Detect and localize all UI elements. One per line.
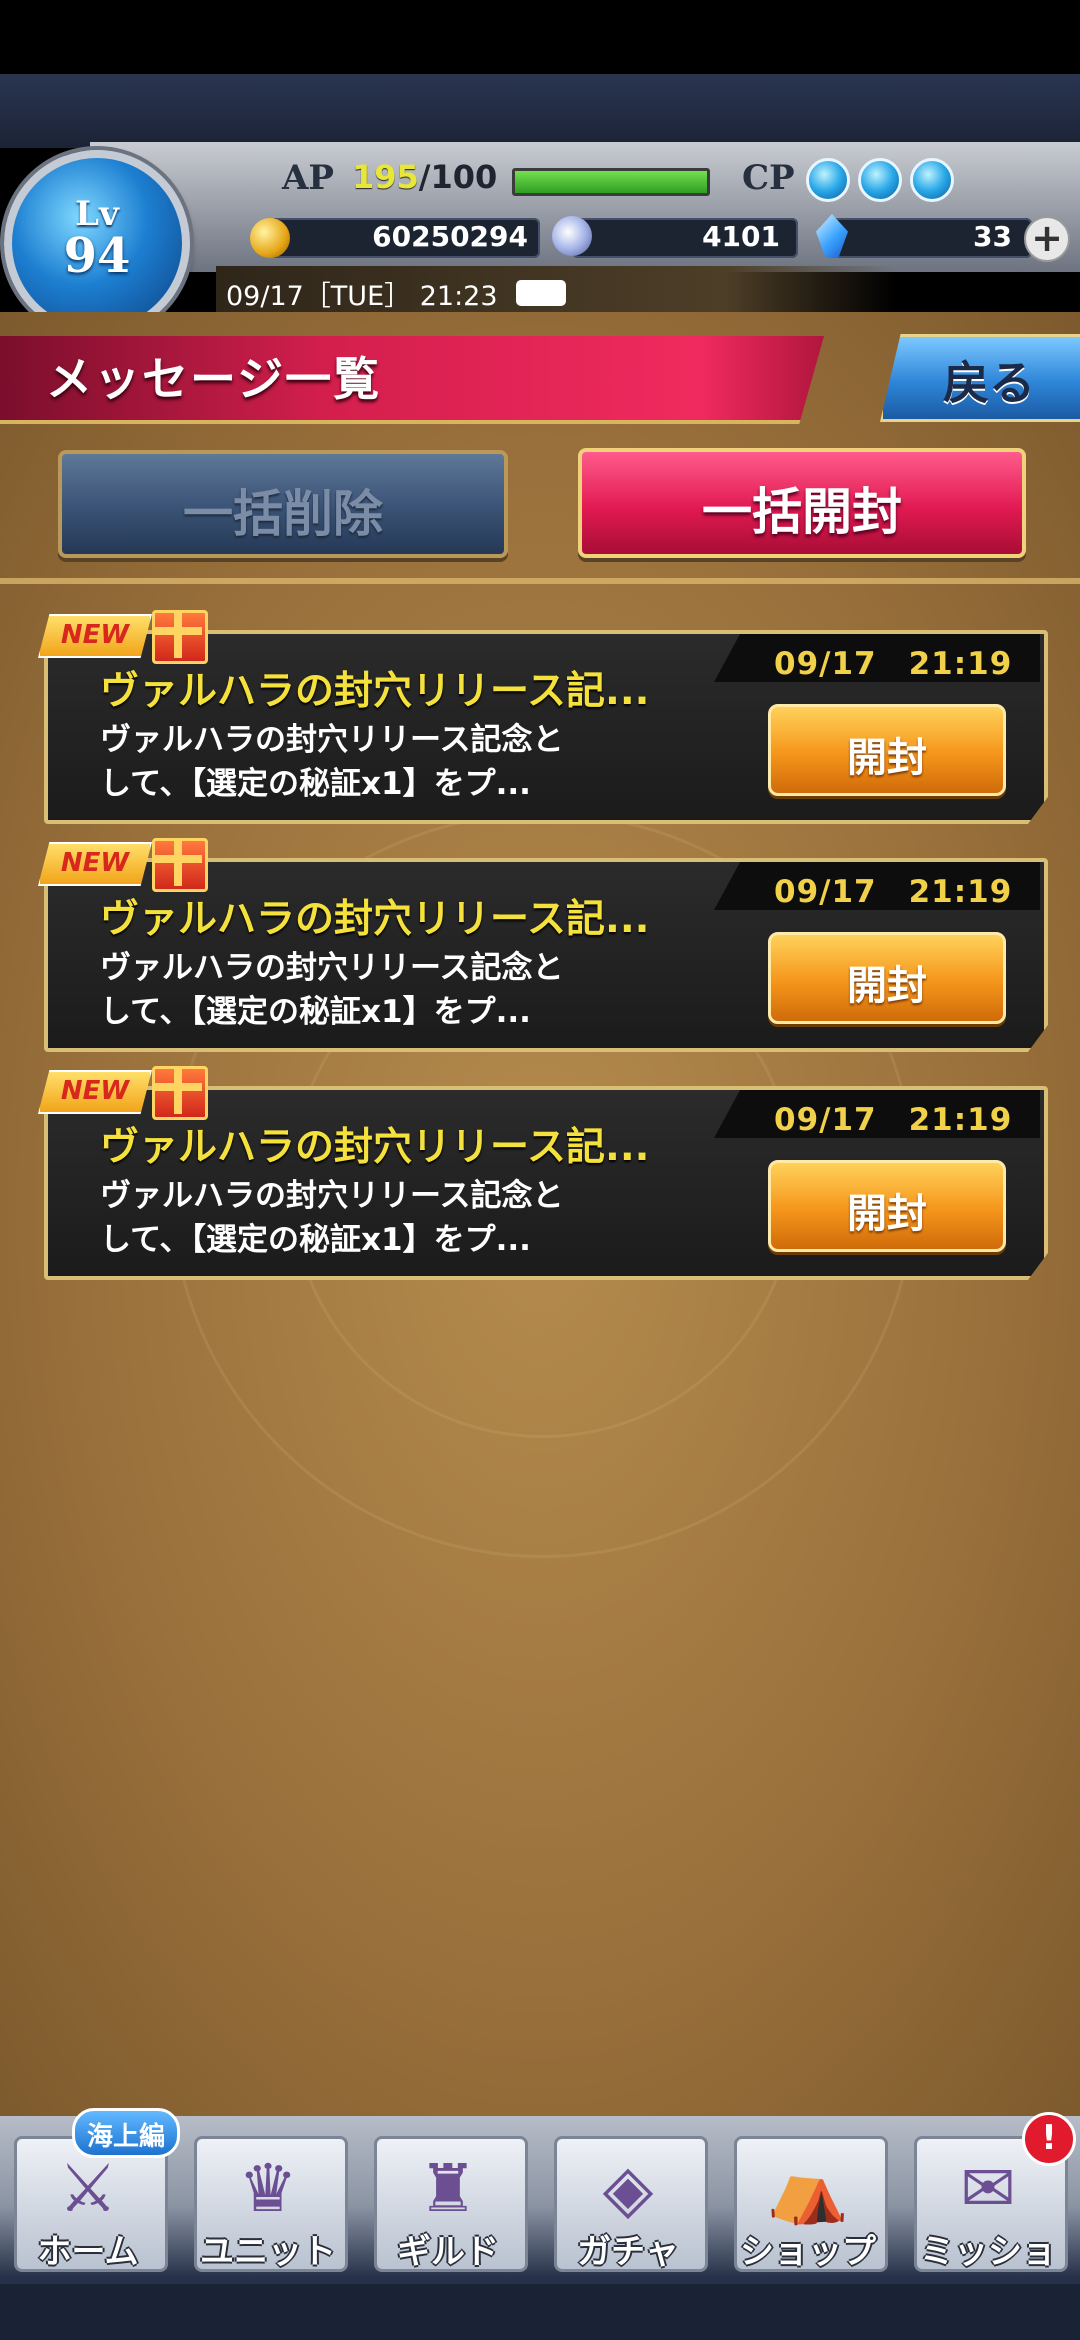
add-crystal-button[interactable]: + [1024, 216, 1070, 262]
open-message-button[interactable]: 開封 [768, 932, 1006, 1024]
cp-orb-icon [806, 158, 850, 202]
nav-label: ショップ [740, 2232, 876, 2272]
ap-value: 195/100 [352, 158, 497, 196]
bulk-open-label: 一括開封 [702, 483, 902, 541]
nav-label: ユニット [200, 2232, 336, 2272]
gift-icon [152, 610, 208, 664]
new-badge: NEW [38, 842, 152, 886]
nav-gacha[interactable]: ◈ ガチャ [544, 2128, 712, 2278]
gold-value: 60250294 [372, 220, 528, 253]
crystal-value: 33 [973, 220, 1012, 253]
ap-bar [512, 168, 710, 196]
cp-orb-icon [910, 158, 954, 202]
nav-bottom-strip [0, 2284, 1080, 2340]
nav-label: ホーム [37, 2232, 139, 2272]
gacha-glyph-icon: ◈ [602, 2150, 654, 2227]
shop-glyph-icon: ⛺ [766, 2150, 850, 2227]
level-value: 94 [63, 228, 131, 284]
message-body-line: して、【選定の秘証x1】をプ... [100, 1222, 531, 1258]
home-tag-badge: 海上編 [72, 2108, 180, 2158]
gift-icon [152, 1066, 208, 1120]
unit-glyph-icon: ♛ [238, 2150, 298, 2227]
open-message-button[interactable]: 開封 [768, 1160, 1006, 1252]
ap-current: 195 [352, 158, 419, 196]
message-body-line: して、【選定の秘証x1】をプ... [100, 994, 531, 1030]
message-body: ヴァルハラの封穴リリース記念と して、【選定の秘証x1】をプ... [100, 718, 660, 806]
message-title: ヴァルハラの封穴リリース記... [100, 1125, 650, 1170]
new-badge-label: NEW [60, 848, 130, 878]
gift-icon [152, 838, 208, 892]
level-badge[interactable]: Lv 94 [4, 150, 190, 336]
back-label: 戻る [943, 356, 1035, 410]
guild-glyph-icon: ♜ [418, 2150, 478, 2227]
new-badge-label: NEW [60, 620, 130, 650]
open-label: 開封 [847, 1191, 927, 1237]
screen: Lv 94 AP 195/100 CP 60250294 4101 33 + 0… [0, 0, 1080, 2340]
message-date: 09/17 21:19 [774, 874, 1013, 910]
home-glyph-icon: ⚔ [58, 2150, 118, 2227]
nav-unit[interactable]: ♛ ユニット [184, 2128, 352, 2278]
cp-label: CP [742, 158, 795, 198]
message-body-line: ヴァルハラの封穴リリース記念と [100, 722, 564, 758]
nav-guild[interactable]: ♜ ギルド [364, 2128, 532, 2278]
new-badge: NEW [38, 614, 152, 658]
message-date: 09/17 21:19 [774, 1102, 1013, 1138]
page-title: メッセージ一覧 [46, 352, 382, 406]
nav-label: ガチャ [577, 2232, 679, 2272]
open-label: 開封 [847, 963, 927, 1009]
bulk-delete-label: 一括削除 [183, 485, 383, 543]
home-tag-label: 海上編 [86, 2122, 165, 2152]
gem-icon [552, 216, 592, 256]
message-date: 09/17 21:19 [774, 646, 1013, 682]
ap-label: AP [282, 158, 334, 198]
status-bar [0, 0, 1080, 74]
new-badge-label: NEW [60, 1076, 130, 1106]
bulk-open-button[interactable]: 一括開封 [578, 448, 1026, 558]
cp-orb-icon [858, 158, 902, 202]
nav-label: ギルド [397, 2232, 499, 2272]
message-body-line: ヴァルハラの封穴リリース記念と [100, 1178, 564, 1214]
gem-value: 4101 [702, 220, 780, 253]
nav-shop[interactable]: ⛺ ショップ [724, 2128, 892, 2278]
ap-bar-fill [515, 171, 707, 193]
message-title: ヴァルハラの封穴リリース記... [100, 897, 650, 942]
message-body: ヴァルハラの封穴リリース記念と して、【選定の秘証x1】をプ... [100, 1174, 660, 1262]
datetime: 09/17［TUE］ 21:23 [226, 281, 498, 312]
message-body-line: ヴァルハラの封穴リリース記念と [100, 950, 564, 986]
battery-icon [516, 280, 566, 306]
gold-coin-icon [250, 218, 290, 258]
message-title: ヴァルハラの封穴リリース記... [100, 669, 650, 714]
header-background [0, 74, 1080, 148]
ap-max: /100 [418, 158, 498, 196]
open-message-button[interactable]: 開封 [768, 704, 1006, 796]
message-body-line: して、【選定の秘証x1】をプ... [100, 766, 531, 802]
open-label: 開封 [847, 735, 927, 781]
mission-alert-icon: ! [1022, 2112, 1076, 2166]
divider [0, 578, 1080, 584]
bulk-delete-button[interactable]: 一括削除 [58, 450, 508, 558]
new-badge: NEW [38, 1070, 152, 1114]
message-body: ヴァルハラの封穴リリース記念と して、【選定の秘証x1】をプ... [100, 946, 660, 1034]
back-button[interactable]: 戻る [880, 334, 1080, 422]
